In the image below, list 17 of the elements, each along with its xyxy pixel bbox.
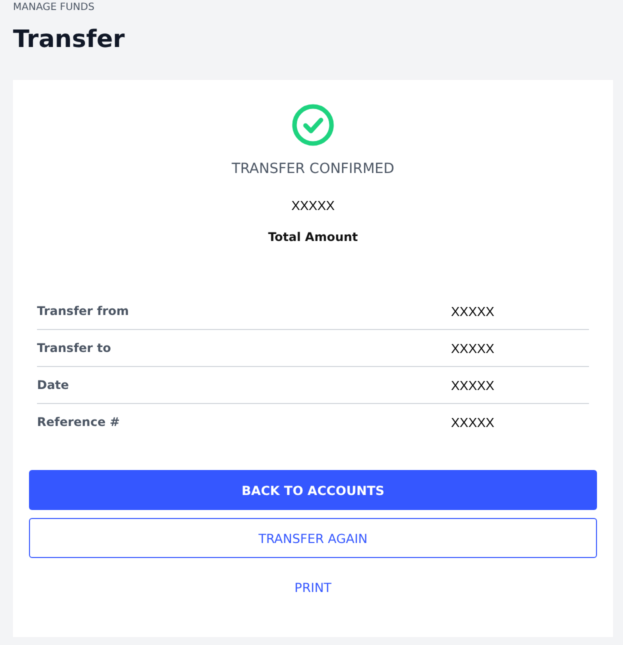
success-check-icon bbox=[291, 103, 335, 147]
detail-label: Transfer to bbox=[37, 341, 112, 355]
detail-label: Transfer from bbox=[37, 304, 130, 318]
transfer-again-button[interactable]: TRANSFER AGAIN bbox=[29, 518, 597, 558]
detail-label: Date bbox=[37, 378, 70, 392]
detail-value: XXXXX bbox=[451, 304, 494, 318]
detail-label: Reference # bbox=[37, 415, 121, 429]
detail-value: XXXXX bbox=[451, 340, 494, 356]
status-heading: TRANSFER CONFIRMED bbox=[232, 161, 394, 177]
detail-value: XXXXX bbox=[451, 378, 494, 392]
breadcrumb: MANAGE FUNDS bbox=[13, 2, 96, 14]
print-link[interactable]: PRINT bbox=[282, 572, 344, 603]
back-button[interactable]: BACK TO ACCOUNTS bbox=[29, 470, 597, 510]
amount-value: XXXXX bbox=[291, 198, 335, 213]
detail-value: XXXXX bbox=[451, 414, 494, 430]
page-title: Transfer bbox=[13, 24, 126, 55]
amount-label: Total Amount bbox=[268, 230, 358, 244]
